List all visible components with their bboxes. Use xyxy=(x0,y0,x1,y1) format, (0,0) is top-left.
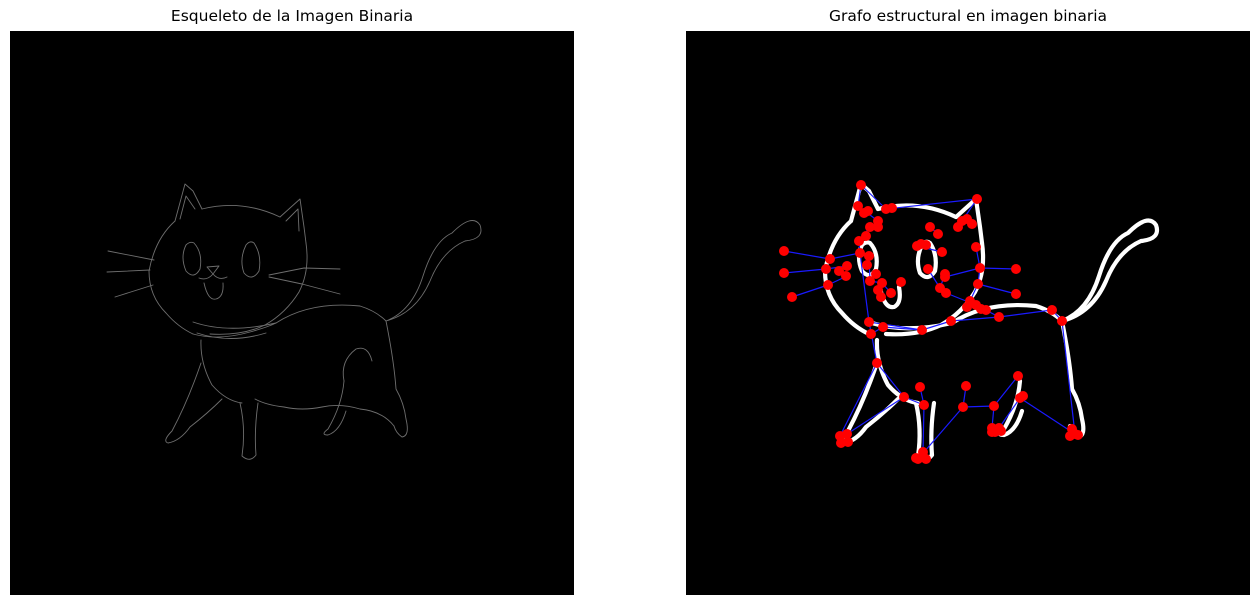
graph-node xyxy=(921,240,931,250)
graph-node xyxy=(937,247,947,257)
graph-svg xyxy=(686,31,1250,595)
graph-node xyxy=(923,264,933,274)
graph-node xyxy=(855,248,865,258)
graph-node xyxy=(1013,371,1023,381)
graph-node xyxy=(863,206,873,216)
graph-node xyxy=(834,266,844,276)
graph-node xyxy=(861,231,871,241)
graph-node xyxy=(1047,305,1057,315)
graph-node xyxy=(864,317,874,327)
graph-node xyxy=(862,260,872,270)
graph-node xyxy=(864,251,874,261)
graph-node xyxy=(917,325,927,335)
graph-node xyxy=(896,277,906,287)
graph-node xyxy=(958,402,968,412)
graph-node xyxy=(915,382,925,392)
graph-node xyxy=(971,242,981,252)
graph-node xyxy=(994,312,1004,322)
graph-node xyxy=(973,279,983,289)
graph-node xyxy=(996,426,1006,436)
graph-node xyxy=(941,288,951,298)
skeleton-image xyxy=(10,31,574,595)
graph-node xyxy=(933,229,943,239)
skeleton-background xyxy=(10,31,574,595)
graph-node xyxy=(987,427,997,437)
graph-node xyxy=(925,222,935,232)
graph-node xyxy=(975,263,985,273)
graph-node xyxy=(872,358,882,368)
graph-node xyxy=(1057,316,1067,326)
graph-node xyxy=(779,268,789,278)
graph-panel: Grafo estructural en imagen binaria xyxy=(686,0,1250,605)
graph-node xyxy=(878,322,888,332)
graph-node xyxy=(1011,264,1021,274)
graph-node xyxy=(779,246,789,256)
graph-node xyxy=(787,292,797,302)
skeleton-svg xyxy=(10,31,574,595)
graph-node xyxy=(1065,431,1075,441)
graph-node xyxy=(865,276,875,286)
graph-node xyxy=(967,219,977,229)
graph-node xyxy=(866,329,876,339)
graph-node xyxy=(921,454,931,464)
graph-node xyxy=(876,292,886,302)
skeleton-panel-title: Esqueleto de la Imagen Binaria xyxy=(170,7,414,25)
graph-node xyxy=(836,438,846,448)
graph-image xyxy=(686,31,1250,595)
graph-node xyxy=(976,304,986,314)
skeleton-panel: Esqueleto de la Imagen Binaria xyxy=(10,0,574,605)
graph-node xyxy=(856,180,866,190)
graph-node xyxy=(823,280,833,290)
graph-node xyxy=(886,288,896,298)
graph-node xyxy=(887,203,897,213)
graph-node xyxy=(899,392,909,402)
graph-node xyxy=(1018,391,1028,401)
graph-node xyxy=(825,254,835,264)
graph-node xyxy=(1011,289,1021,299)
graph-node xyxy=(972,194,982,204)
graph-node xyxy=(953,222,963,232)
graph-node xyxy=(962,302,972,312)
graph-node xyxy=(821,264,831,274)
graph-node xyxy=(989,401,999,411)
graph-node xyxy=(940,269,950,279)
graph-node xyxy=(873,222,883,232)
graph-node xyxy=(919,400,929,410)
graph-panel-title: Grafo estructural en imagen binaria xyxy=(828,7,1108,25)
graph-node xyxy=(946,316,956,326)
graph-node xyxy=(961,381,971,391)
